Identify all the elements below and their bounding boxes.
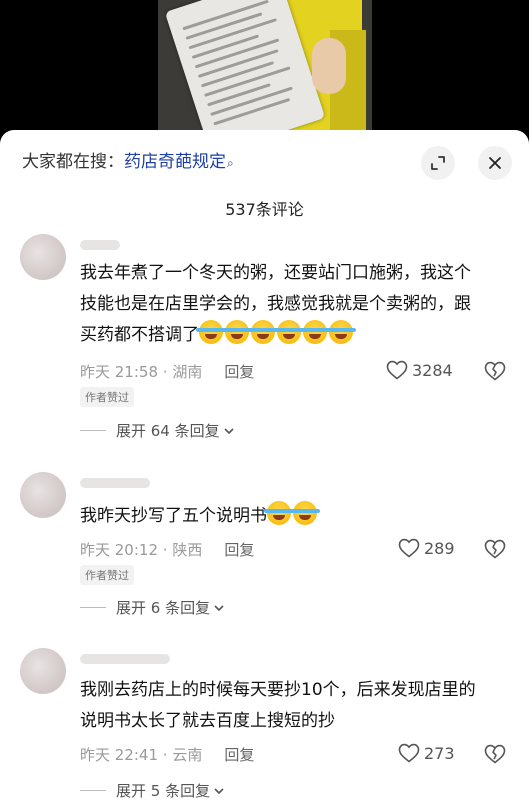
expand-replies-label: 展开 6 条回复 [116, 599, 211, 617]
like-count: 273 [424, 743, 455, 763]
broken-heart-icon [484, 539, 506, 559]
comment-time: 昨天 20:12 [80, 541, 158, 559]
comment-text: 我昨天抄写了五个说明书 [80, 501, 480, 532]
broken-heart-icon [484, 361, 506, 381]
expand-replies-label: 展开 64 条回复 [116, 422, 220, 440]
dislike-button[interactable] [484, 539, 506, 563]
close-icon [489, 157, 501, 169]
comment-sheet: 大家都在搜：药店奇葩规定⌕ 537条评论 我去年煮了一个冬天的粥，还要站门口施粥… [0, 130, 529, 800]
expand-replies-button[interactable]: 展开 64 条回复 [80, 420, 235, 441]
search-keyword-link[interactable]: 药店奇葩规定 [124, 152, 226, 172]
heart-icon [386, 360, 408, 380]
video-preview[interactable] [0, 0, 529, 140]
hand [312, 38, 346, 94]
comment-meta: 昨天 21:58 · 湖南 回复 [80, 363, 255, 381]
avatar[interactable] [20, 234, 66, 280]
broken-heart-icon [484, 744, 506, 764]
comment-time: 昨天 22:41 [80, 746, 158, 764]
comment-meta: 昨天 22:41 · 云南 回复 [80, 746, 255, 764]
emoji-cry-laugh [196, 320, 356, 345]
like-button[interactable]: 289 [398, 538, 455, 558]
emoji-cry-laugh [264, 501, 320, 526]
username[interactable] [80, 478, 150, 488]
divider-line [80, 607, 106, 608]
chevron-down-icon [224, 427, 234, 434]
like-count: 289 [424, 538, 455, 558]
avatar[interactable] [20, 648, 66, 694]
comment-location: 云南 [172, 746, 203, 764]
expand-replies-button[interactable]: 展开 5 条回复 [80, 780, 225, 800]
comment-text: 我去年煮了一个冬天的粥，还要站门口施粥，我这个技能也是在店里学会的，我感觉我就是… [80, 263, 471, 345]
heart-icon [398, 538, 420, 558]
heart-icon [398, 743, 420, 763]
dislike-button[interactable] [484, 744, 506, 768]
comment-location: 陕西 [172, 541, 203, 559]
divider-line [80, 430, 106, 431]
comment-location: 湖南 [172, 363, 203, 381]
author-liked-badge: 作者赞过 [80, 565, 134, 585]
reply-button[interactable]: 回复 [224, 746, 254, 764]
expand-replies-button[interactable]: 展开 6 条回复 [80, 597, 225, 618]
like-count: 3284 [412, 360, 453, 380]
close-button[interactable] [478, 146, 512, 180]
video-frame [158, 0, 372, 140]
divider-line [80, 790, 106, 791]
expand-button[interactable] [421, 146, 455, 180]
username[interactable] [80, 654, 170, 664]
username[interactable] [80, 240, 120, 250]
search-prefix: 大家都在搜： [22, 152, 124, 172]
expand-icon [431, 156, 445, 170]
trending-search[interactable]: 大家都在搜：药店奇葩规定⌕ [22, 147, 234, 172]
expand-replies-label: 展开 5 条回复 [116, 782, 211, 800]
like-button[interactable]: 273 [398, 743, 455, 763]
reply-button[interactable]: 回复 [224, 363, 254, 381]
comment-count: 537条评论 [225, 200, 304, 219]
chevron-down-icon [214, 787, 224, 794]
comment-text: 我刚去药店上的时候每天要抄10个，后来发现店里的说明书太长了就去百度上搜短的抄 [80, 680, 476, 731]
search-icon: ⌕ [227, 156, 234, 170]
chevron-down-icon [214, 604, 224, 611]
author-liked-badge: 作者赞过 [80, 387, 134, 407]
dislike-button[interactable] [484, 361, 506, 385]
comment-time: 昨天 21:58 [80, 363, 158, 381]
avatar[interactable] [20, 472, 66, 518]
reply-button[interactable]: 回复 [224, 541, 254, 559]
comment-meta: 昨天 20:12 · 陕西 回复 [80, 541, 255, 559]
like-button[interactable]: 3284 [386, 360, 453, 380]
